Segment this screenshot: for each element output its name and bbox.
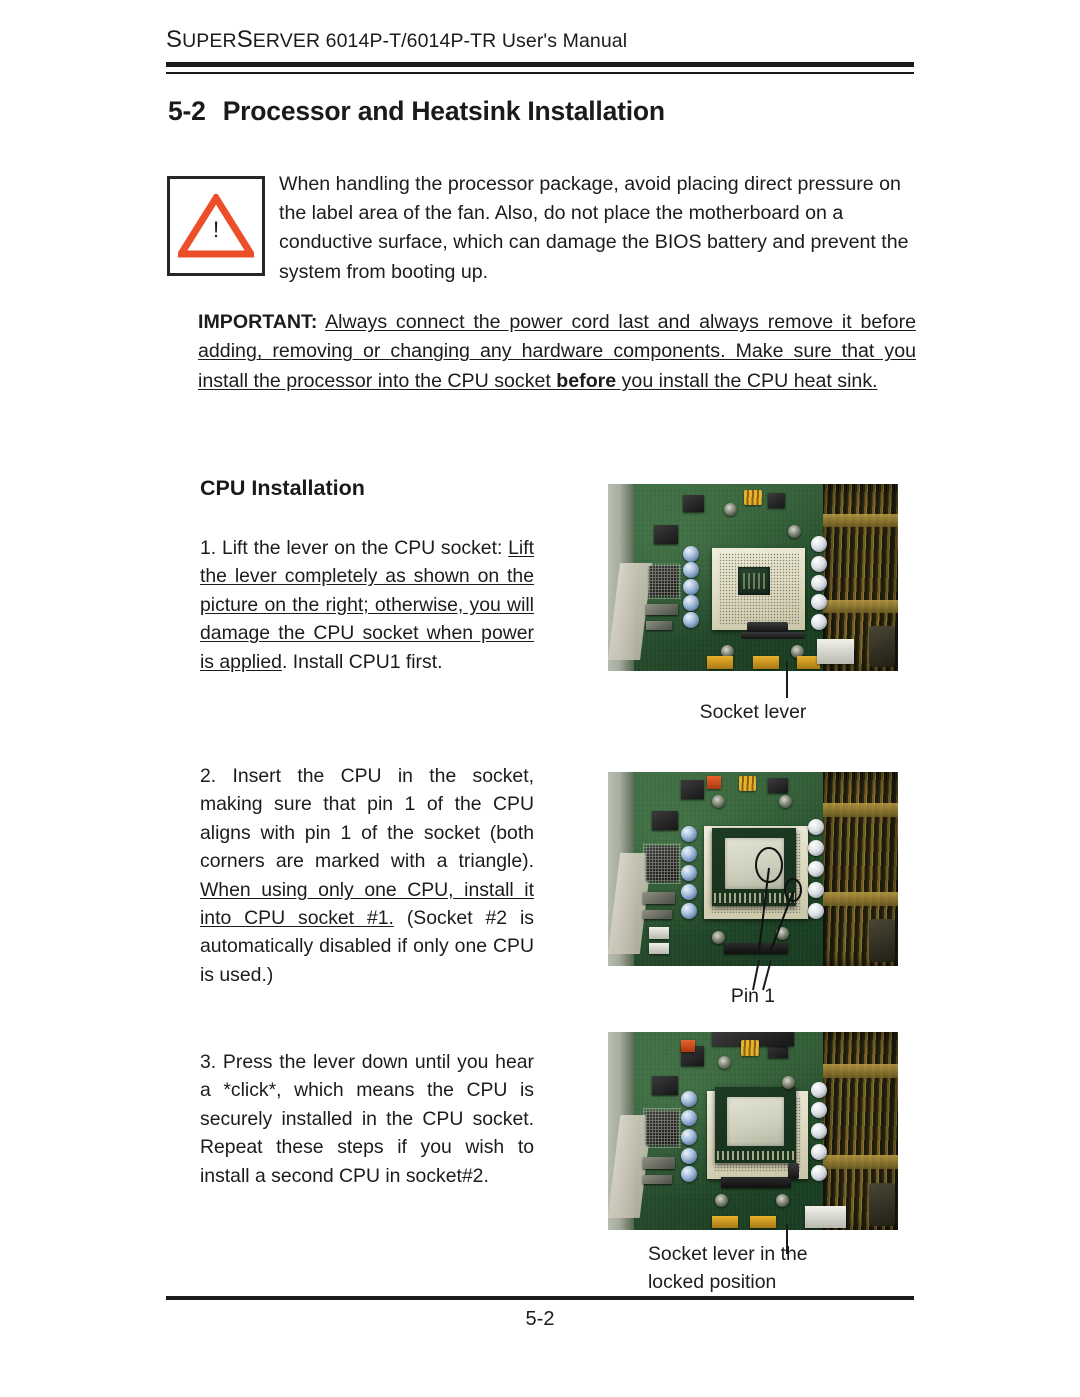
capacitor (811, 1123, 827, 1139)
socket-lever-arm (741, 631, 806, 640)
power-connector (712, 1216, 739, 1228)
capacitor (811, 575, 827, 592)
chip-small (683, 495, 704, 513)
figure-1-caption: Socket lever (699, 701, 807, 723)
gold-heatsink (822, 1032, 898, 1230)
capacitor (680, 1166, 697, 1183)
cpu-inserted-pin1-photo (608, 772, 898, 966)
warning-text: When handling the processor package, avo… (279, 173, 909, 283)
heatsink-foot (869, 1182, 895, 1227)
dark-connector (721, 1176, 791, 1189)
power-connector (750, 1216, 777, 1228)
white-header (805, 1206, 846, 1228)
running-head-model: 6014P-T/6014P-TR User's Manual (320, 30, 628, 52)
power-connector (753, 656, 780, 670)
section-number: 5-2 (168, 96, 206, 126)
step-2: 2. Insert the CPU in the socket, making … (200, 762, 534, 989)
capacitor (811, 1081, 827, 1098)
socket-lever-locked (787, 1162, 800, 1179)
capacitor-row-right (811, 1081, 827, 1181)
step-3-lead: 3. Press the lever down until you hear a… (200, 1051, 534, 1187)
capacitor (811, 555, 827, 572)
socket-center-window (738, 567, 770, 596)
important-label: IMPORTANT: (198, 311, 318, 333)
capacitor (680, 1091, 697, 1108)
subsection-heading: CPU Installation (200, 476, 365, 500)
capacitor (683, 562, 700, 579)
capacitor-row-left (680, 1091, 697, 1183)
running-head-s2: S (236, 26, 253, 53)
standoff-hole (782, 1075, 795, 1089)
chip-light (645, 603, 678, 615)
figure-3-caption: Socket lever in the locked position (648, 1240, 938, 1296)
installed-cpu (715, 1087, 797, 1163)
chip-small (767, 493, 785, 509)
step-1: 1. Lift the lever on the CPU socket: Lif… (200, 534, 534, 676)
figure-3-caption-line-1: Socket lever in the (648, 1243, 808, 1265)
capacitor (811, 594, 827, 611)
footer-rule (166, 1296, 914, 1300)
cpu-heat-spreader (727, 1097, 785, 1147)
capacitor (811, 1102, 827, 1119)
socket-lever-locked-photo (608, 1032, 898, 1230)
cpu-pads (716, 1150, 795, 1160)
important-tail: you install the CPU heat sink. (616, 369, 878, 392)
chip-small (654, 525, 678, 544)
step-2-lead: 2. Insert the CPU in the socket, making … (200, 765, 534, 873)
chip-light (642, 1156, 675, 1169)
running-head-s1: S (166, 26, 183, 53)
chip-qfp (645, 563, 681, 600)
socket-lever-hardware (747, 622, 788, 632)
running-head-erver: ERVER (252, 30, 321, 52)
capacitor (680, 1128, 697, 1145)
running-head-uper: UPER (182, 30, 237, 52)
heatsink-foot (869, 626, 895, 668)
capacitor (811, 536, 827, 553)
header-rule-thick (166, 62, 914, 67)
warning-icon-box: ! (167, 176, 265, 276)
chip-small (651, 1075, 678, 1096)
capacitor (811, 1143, 827, 1160)
running-head: SUPERSERVER 6014P-T/6014P-TR User's Manu… (166, 28, 627, 53)
exclamation-mark-icon: ! (212, 216, 220, 242)
chip-qfp (642, 1108, 681, 1148)
cpu-socket (712, 547, 806, 630)
cpu-socket-lever-open-photo (608, 484, 898, 671)
capacitor-row-left (683, 545, 700, 628)
orange-component (680, 1039, 695, 1052)
white-header (816, 639, 855, 664)
chip-light (645, 620, 672, 630)
capacitor (680, 1110, 697, 1127)
standoff-hole (718, 1055, 732, 1069)
capacitor (683, 595, 700, 612)
capacitor (683, 578, 700, 595)
figure-1-leader-line (786, 662, 788, 698)
step-1-lead: 1. Lift the lever on the CPU socket: (200, 537, 509, 559)
figure-3-caption-line-2: locked position (648, 1271, 777, 1293)
section-title-text: Processor and Heatsink Installation (222, 96, 665, 126)
standoff-hole (724, 502, 737, 516)
page-title: 5-2 Processor and Heatsink Installation (168, 96, 665, 127)
chip-light (642, 1174, 672, 1185)
step-3: 3. Press the lever down until you hear a… (200, 1048, 534, 1190)
pin1-markers (755, 847, 802, 951)
figure-2-caption: Pin 1 (730, 985, 776, 1007)
important-bold-word: before (556, 369, 617, 392)
capacitor (811, 613, 827, 630)
page-number: 5-2 (525, 1308, 555, 1330)
capacitor (683, 611, 700, 628)
capacitor-row-right (811, 536, 827, 630)
capacitor (680, 1147, 697, 1164)
inductor-coil (741, 1039, 759, 1056)
header-rule-thin (166, 72, 914, 74)
standoff-hole (787, 525, 801, 539)
important-note: IMPORTANT: Always connect the power cord… (198, 308, 916, 396)
capacitor (811, 1164, 827, 1181)
power-connector (706, 656, 733, 670)
inductor-coil (744, 489, 762, 505)
manual-page: SUPERSERVER 6014P-T/6014P-TR User's Manu… (0, 0, 1080, 1397)
step-1-tail: . Install CPU1 first. (281, 650, 443, 673)
capacitor (683, 545, 700, 562)
